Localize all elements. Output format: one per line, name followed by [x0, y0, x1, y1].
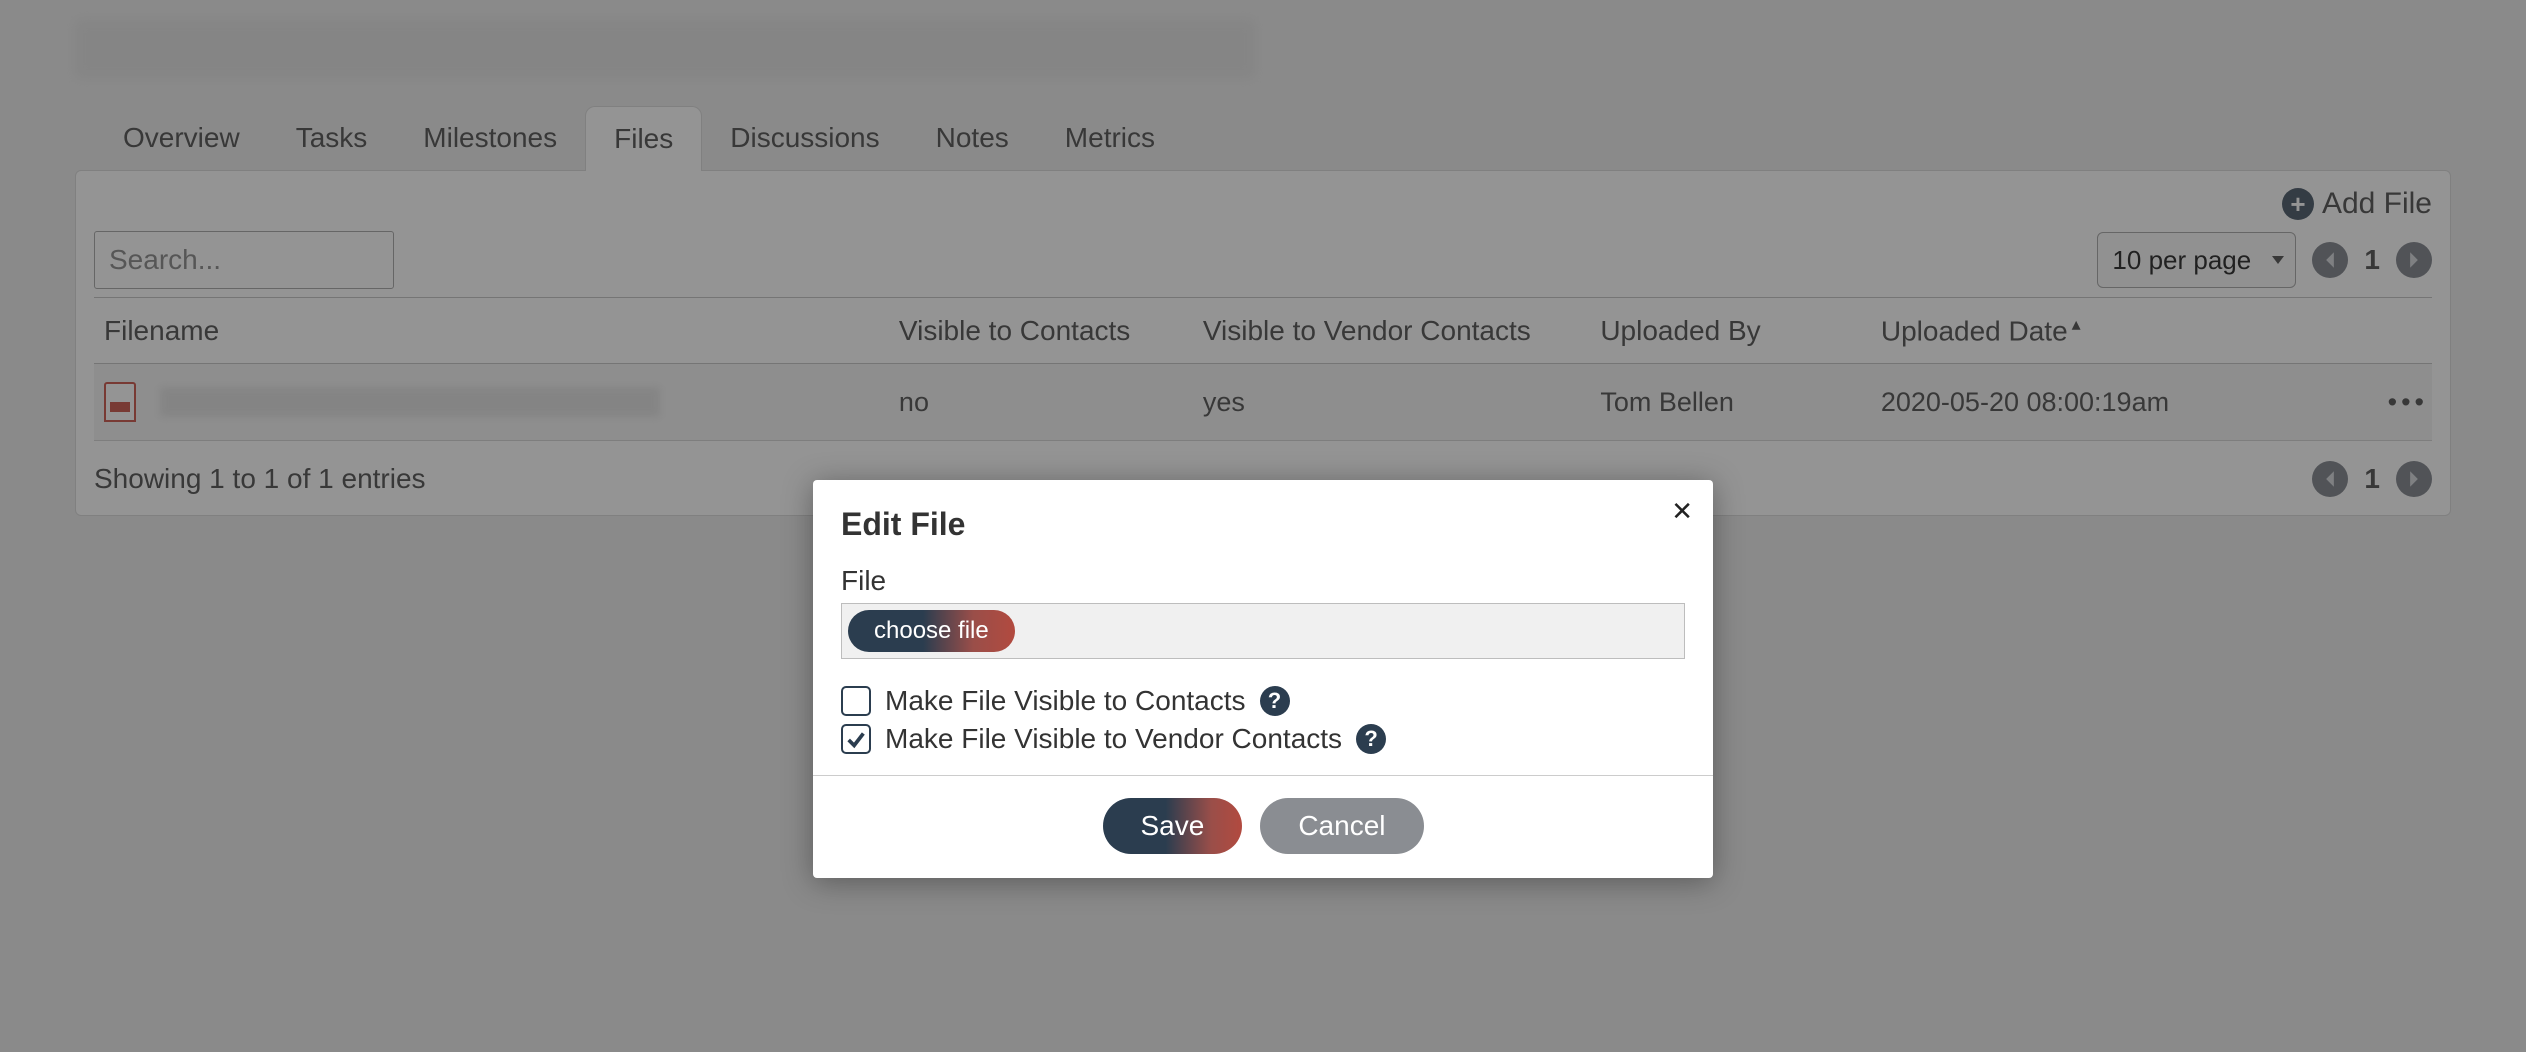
file-field-label: File: [841, 565, 1685, 597]
help-icon[interactable]: ?: [1356, 724, 1386, 754]
checkbox-visible-contacts-label: Make File Visible to Contacts: [885, 685, 1246, 717]
edit-file-modal: ✕ Edit File File choose file Make File V…: [813, 480, 1713, 878]
modal-title: Edit File: [841, 506, 1685, 543]
choose-file-button[interactable]: choose file: [848, 610, 1015, 652]
checkbox-visible-contacts[interactable]: [841, 686, 871, 716]
save-button[interactable]: Save: [1103, 798, 1243, 854]
modal-close-button[interactable]: ✕: [1671, 496, 1693, 527]
checkbox-visible-vendor-contacts[interactable]: [841, 724, 871, 754]
file-input[interactable]: choose file: [841, 603, 1685, 659]
help-icon[interactable]: ?: [1260, 686, 1290, 716]
modal-divider: [813, 775, 1713, 776]
checkbox-visible-vendor-contacts-label: Make File Visible to Vendor Contacts: [885, 723, 1342, 755]
cancel-button[interactable]: Cancel: [1260, 798, 1423, 854]
